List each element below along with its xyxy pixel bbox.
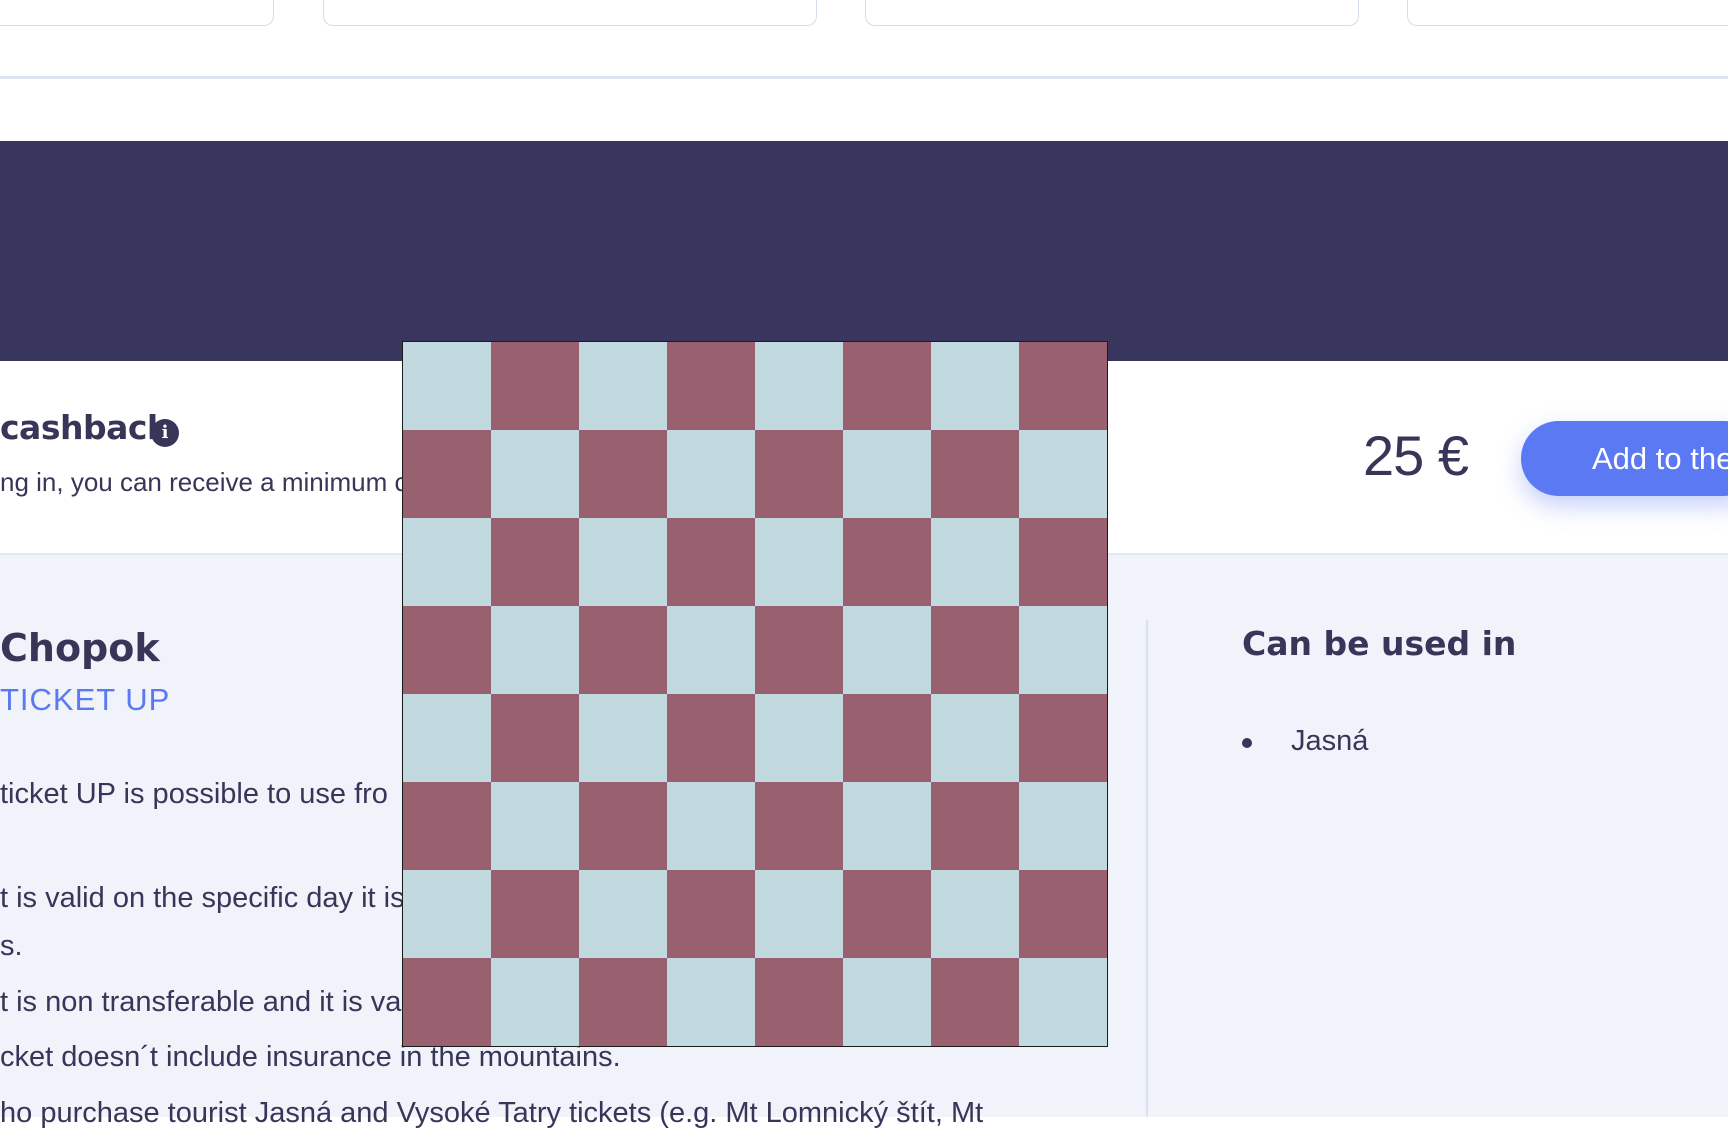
checker-square (579, 870, 667, 958)
top-divider (0, 76, 1728, 79)
checker-square (931, 606, 1019, 694)
checker-square (843, 606, 931, 694)
checker-square (843, 518, 931, 606)
checker-square (667, 518, 755, 606)
info-icon[interactable]: i (151, 419, 179, 447)
top-card-1[interactable] (0, 0, 274, 26)
checker-square (667, 342, 755, 430)
checker-square (843, 430, 931, 518)
checker-square (491, 782, 579, 870)
checker-square (1019, 958, 1107, 1046)
product-price: 25 € (1363, 424, 1469, 487)
checker-square (755, 606, 843, 694)
checker-square (667, 870, 755, 958)
checker-square (491, 518, 579, 606)
checker-square (843, 782, 931, 870)
checker-square (579, 430, 667, 518)
ticket-title: Chopok (0, 626, 160, 670)
top-card-2[interactable] (323, 0, 817, 26)
checker-square (579, 782, 667, 870)
checker-square (403, 694, 491, 782)
checker-square (579, 518, 667, 606)
checker-square (1019, 342, 1107, 430)
checker-square (931, 870, 1019, 958)
checker-square (491, 870, 579, 958)
checker-square (755, 782, 843, 870)
checkerboard-overlay (402, 341, 1108, 1047)
checker-square (843, 870, 931, 958)
checker-square (931, 958, 1019, 1046)
checker-square (843, 342, 931, 430)
checker-square (1019, 694, 1107, 782)
checker-square (931, 782, 1019, 870)
checker-square (755, 958, 843, 1046)
checker-square (755, 870, 843, 958)
checker-square (755, 694, 843, 782)
ticket-description-line: t is non transferable and it is va (0, 986, 402, 1018)
ticket-description-line: s. (0, 930, 23, 962)
checker-square (1019, 430, 1107, 518)
checker-square (667, 958, 755, 1046)
checker-square (403, 518, 491, 606)
checker-square (1019, 518, 1107, 606)
checker-square (491, 430, 579, 518)
ticket-subtitle: TICKET UP (0, 682, 171, 717)
checker-square (491, 606, 579, 694)
top-cards-strip (0, 0, 1728, 80)
checker-square (403, 430, 491, 518)
checker-square (403, 958, 491, 1046)
checker-square (931, 518, 1019, 606)
checker-square (491, 958, 579, 1046)
ticket-description-line: t is valid on the specific day it is (0, 882, 405, 914)
checker-square (491, 694, 579, 782)
checker-square (403, 870, 491, 958)
checker-square (667, 606, 755, 694)
checker-square (403, 342, 491, 430)
checker-square (931, 694, 1019, 782)
can-be-used-title: Can be used in (1242, 624, 1517, 663)
checker-square (491, 342, 579, 430)
top-card-4[interactable] (1407, 0, 1728, 26)
product-description: ng in, you can receive a minimum c (0, 467, 408, 497)
hero-banner (0, 141, 1728, 361)
column-divider (1146, 620, 1148, 1117)
checker-square (755, 518, 843, 606)
checker-square (579, 606, 667, 694)
checker-square (667, 782, 755, 870)
checker-square (403, 606, 491, 694)
checker-square (403, 782, 491, 870)
checker-square (755, 342, 843, 430)
ticket-description-line: ticket UP is possible to use fro (0, 778, 388, 810)
checker-square (579, 694, 667, 782)
usage-location-item: Jasná (1291, 725, 1369, 757)
checker-square (579, 342, 667, 430)
ticket-description-line: ho purchase tourist Jasná and Vysoké Tat… (0, 1097, 984, 1129)
checker-square (667, 694, 755, 782)
checker-square (931, 342, 1019, 430)
checker-square (1019, 606, 1107, 694)
checker-square (1019, 870, 1107, 958)
checker-square (843, 958, 931, 1046)
checker-square (667, 430, 755, 518)
add-to-cart-button[interactable]: Add to the (1521, 421, 1728, 496)
checker-square (931, 430, 1019, 518)
bullet-icon (1242, 738, 1252, 748)
checker-square (1019, 782, 1107, 870)
checker-square (579, 958, 667, 1046)
top-card-3[interactable] (865, 0, 1359, 26)
checker-square (755, 430, 843, 518)
product-title: cashback (0, 408, 169, 447)
checker-square (843, 694, 931, 782)
